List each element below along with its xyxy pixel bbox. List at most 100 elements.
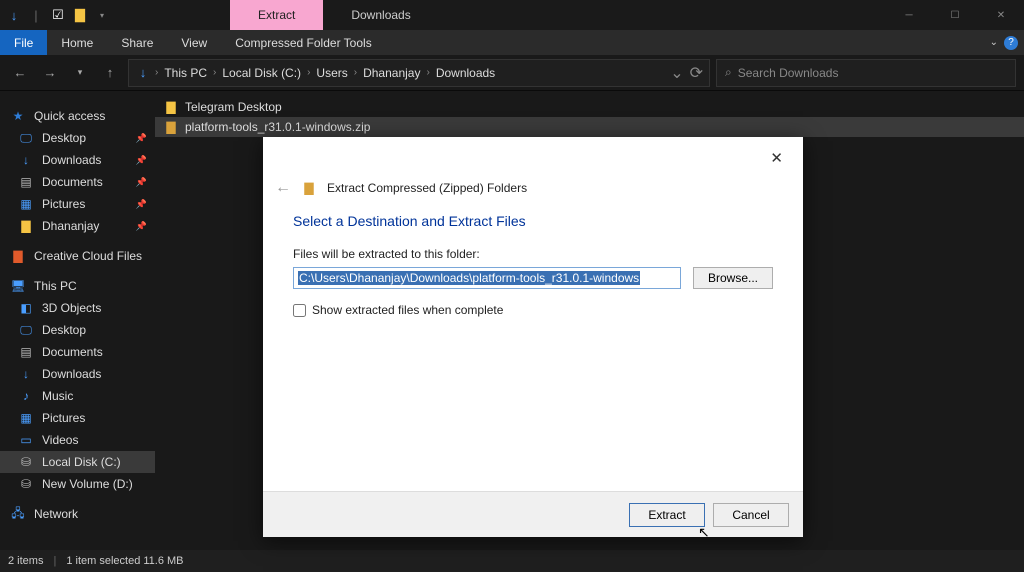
recent-dropdown[interactable]: ▾: [68, 61, 92, 85]
sidebar-item-label: Downloads: [42, 153, 101, 167]
address-bar[interactable]: ↓ › This PC › Local Disk (C:) › Users › …: [128, 59, 710, 87]
breadcrumb[interactable]: Users: [314, 64, 349, 82]
ribbon-tab-extract[interactable]: Extract: [230, 0, 323, 30]
refresh-icon[interactable]: ⟳: [690, 63, 703, 83]
maximize-button[interactable]: ☐: [932, 0, 978, 30]
chevron-right-icon[interactable]: ›: [354, 67, 357, 78]
history-dropdown-icon[interactable]: ⌄: [670, 63, 683, 83]
folder-icon[interactable]: ▇: [72, 7, 88, 23]
sidebar-item-label: New Volume (D:): [42, 477, 133, 491]
menu-share[interactable]: Share: [107, 30, 167, 55]
sidebar-ccf[interactable]: ▇Creative Cloud Files: [0, 245, 155, 267]
desktop-icon: 🖵: [18, 130, 34, 146]
sidebar-item-documents[interactable]: ▤ Documents 📌: [0, 171, 155, 193]
breadcrumb[interactable]: Dhananjay: [361, 64, 422, 82]
sidebar-quick-access[interactable]: ★ Quick access: [0, 105, 155, 127]
sidebar-item-documents-pc[interactable]: ▤ Documents: [0, 341, 155, 363]
document-icon: ▤: [18, 344, 34, 360]
show-files-checkbox[interactable]: Show extracted files when complete: [293, 303, 773, 317]
status-items: 2 items: [8, 555, 43, 567]
music-icon: ♪: [18, 388, 34, 404]
drive-icon: ⛁: [18, 476, 34, 492]
sidebar-item-label: Pictures: [42, 411, 85, 425]
chevron-right-icon[interactable]: ›: [307, 67, 310, 78]
up-button[interactable]: ↑: [98, 61, 122, 85]
file-item-folder[interactable]: ▇ Telegram Desktop: [155, 97, 1024, 117]
dialog-close-button[interactable]: ✕: [762, 145, 791, 171]
down-arrow-icon[interactable]: ↓: [6, 7, 22, 23]
dropdown-icon[interactable]: ▾: [94, 7, 110, 23]
sidebar-item-videos[interactable]: ▭Videos: [0, 429, 155, 451]
breadcrumb[interactable]: Downloads: [434, 64, 497, 82]
file-item-zip[interactable]: ▇ platform-tools_r31.0.1-windows.zip: [155, 117, 1024, 137]
sidebar-item-label: Pictures: [42, 197, 85, 211]
network-icon: 🖧: [10, 506, 26, 522]
menu-home[interactable]: Home: [47, 30, 107, 55]
sidebar-item-local-disk-c[interactable]: ⛁Local Disk (C:): [0, 451, 155, 473]
zip-icon: ▇: [301, 180, 317, 196]
sidebar-item-label: Local Disk (C:): [42, 455, 121, 469]
sidebar-item-label: 3D Objects: [42, 301, 101, 315]
pictures-icon: ▦: [18, 410, 34, 426]
minimize-button[interactable]: ─: [886, 0, 932, 30]
cancel-button[interactable]: Cancel: [713, 503, 789, 527]
down-arrow-icon: ↓: [135, 65, 151, 81]
sidebar-item-pictures-pc[interactable]: ▦ Pictures: [0, 407, 155, 429]
address-row: ← → ▾ ↑ ↓ › This PC › Local Disk (C:) › …: [0, 55, 1024, 91]
document-icon: ▤: [18, 174, 34, 190]
breadcrumb[interactable]: Local Disk (C:): [220, 64, 303, 82]
close-button[interactable]: ✕: [978, 0, 1024, 30]
sidebar-item-label: Documents: [42, 175, 103, 189]
dialog-back-icon[interactable]: ←: [275, 179, 291, 197]
show-files-checkbox-input[interactable]: [293, 304, 306, 317]
back-button[interactable]: ←: [8, 61, 32, 85]
status-separator: |: [53, 555, 56, 567]
sidebar-item-new-volume-d[interactable]: ⛁ New Volume (D:): [0, 473, 155, 495]
file-name: platform-tools_r31.0.1-windows.zip: [185, 120, 370, 134]
sidebar-item-pictures[interactable]: ▦Pictures📌: [0, 193, 155, 215]
sidebar-item-desktop-pc[interactable]: 🖵Desktop: [0, 319, 155, 341]
pin-icon: 📌: [136, 133, 147, 144]
menu-compressed-tools[interactable]: Compressed Folder Tools: [221, 30, 386, 55]
search-input[interactable]: ⌕ Search Downloads: [716, 59, 1016, 87]
sidebar-this-pc[interactable]: 🖥This PC: [0, 275, 155, 297]
chevron-right-icon[interactable]: ›: [213, 67, 216, 78]
checkbox-label: Show extracted files when complete: [312, 303, 503, 317]
search-icon: ⌕: [725, 65, 732, 80]
pc-icon: 🖥: [10, 278, 26, 294]
sidebar-item-dhananjay[interactable]: ▇Dhananjay📌: [0, 215, 155, 237]
pictures-icon: ▦: [18, 196, 34, 212]
sidebar-item-label: Creative Cloud Files: [34, 249, 142, 263]
extract-button[interactable]: Extract: [629, 503, 705, 527]
sidebar-item-downloads[interactable]: ↓Downloads📌: [0, 149, 155, 171]
sidebar-item-label: Desktop: [42, 131, 86, 145]
desktop-icon: 🖵: [18, 322, 34, 338]
ribbon-chevron-icon[interactable]: ⌄: [990, 37, 998, 48]
sidebar-item-desktop[interactable]: 🖵 Desktop 📌: [0, 127, 155, 149]
breadcrumb[interactable]: This PC: [162, 64, 209, 82]
destination-path-input[interactable]: C:\Users\Dhananjay\Downloads\platform-to…: [293, 267, 681, 289]
star-icon: ★: [10, 108, 26, 124]
chevron-right-icon[interactable]: ›: [155, 67, 158, 78]
chevron-right-icon[interactable]: ›: [426, 67, 429, 78]
sidebar-item-label: Dhananjay: [42, 219, 99, 233]
sidebar-item-music[interactable]: ♪Music: [0, 385, 155, 407]
title-bar: ↓ | ☑ ▇ ▾ Extract Downloads ─ ☐ ✕: [0, 0, 1024, 30]
sidebar-item-3d[interactable]: ◧3D Objects: [0, 297, 155, 319]
pin-icon: 📌: [136, 177, 147, 188]
menu-view[interactable]: View: [167, 30, 221, 55]
help-icon[interactable]: ?: [1004, 36, 1018, 50]
video-icon: ▭: [18, 432, 34, 448]
pin-icon: 📌: [136, 155, 147, 166]
menu-file[interactable]: File: [0, 30, 47, 55]
sidebar-item-label: Network: [34, 507, 78, 521]
forward-button[interactable]: →: [38, 61, 62, 85]
menu-bar: File Home Share View Compressed Folder T…: [0, 30, 1024, 55]
sidebar-item-label: Documents: [42, 345, 103, 359]
browse-button[interactable]: Browse...: [693, 267, 773, 289]
sidebar-item-downloads-pc[interactable]: ↓Downloads: [0, 363, 155, 385]
sidebar-network[interactable]: 🖧 Network: [0, 503, 155, 525]
navigation-sidebar: ★ Quick access 🖵Desktop📌 ↓Downloads📌 ▤Do…: [0, 91, 155, 550]
zip-icon: ▇: [163, 119, 179, 135]
properties-icon[interactable]: ☑: [50, 7, 66, 23]
